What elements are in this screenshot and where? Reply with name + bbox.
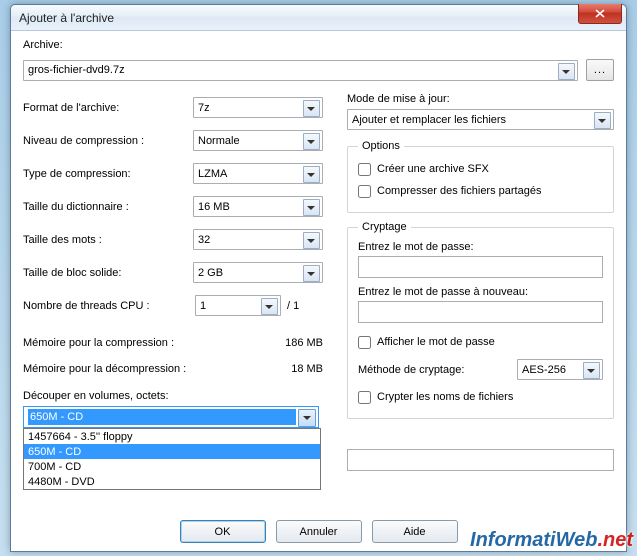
options-legend: Options bbox=[358, 140, 404, 152]
block-label: Taille de bloc solide: bbox=[23, 267, 193, 279]
dict-label: Taille du dictionnaire : bbox=[23, 201, 193, 213]
options-group: Options Créer une archive SFX Compresser… bbox=[347, 140, 614, 213]
password-label: Entrez le mot de passe: bbox=[358, 241, 603, 253]
password-input[interactable] bbox=[358, 256, 603, 278]
method-select[interactable]: LZMA bbox=[193, 163, 323, 184]
parameters-input[interactable] bbox=[347, 449, 614, 471]
encryption-legend: Cryptage bbox=[358, 221, 411, 233]
password2-label: Entrez le mot de passe à nouveau: bbox=[358, 286, 603, 298]
archive-label: Archive: bbox=[23, 39, 63, 51]
mem-decomp-value: 18 MB bbox=[291, 363, 323, 375]
dict-select[interactable]: 16 MB bbox=[193, 196, 323, 217]
enc-method-select[interactable]: AES-256 bbox=[517, 359, 603, 380]
client-area: Archive: gros-fichier-dvd9.7z ... Format… bbox=[11, 31, 626, 551]
method-label: Type de compression: bbox=[23, 168, 193, 180]
right-column: Mode de mise à jour: Ajouter et remplace… bbox=[347, 91, 614, 510]
split-label: Découper en volumes, octets: bbox=[23, 390, 323, 402]
block-select[interactable]: 2 GB bbox=[193, 262, 323, 283]
browse-button[interactable]: ... bbox=[586, 59, 614, 81]
encryption-group: Cryptage Entrez le mot de passe: Entrez … bbox=[347, 221, 614, 419]
mem-decomp-label: Mémoire pour la décompression : bbox=[23, 363, 186, 375]
format-select[interactable]: 7z bbox=[193, 97, 323, 118]
left-column: Format de l'archive: 7z Niveau de compre… bbox=[23, 91, 323, 510]
split-dropdown-list: 1457664 - 3.5'' floppy 650M - CD 700M - … bbox=[23, 428, 321, 490]
threads-max: / 1 bbox=[281, 300, 323, 312]
update-mode-label: Mode de mise à jour: bbox=[347, 93, 614, 105]
update-mode-select[interactable]: Ajouter et remplacer les fichiers bbox=[347, 109, 614, 130]
split-option[interactable]: 650M - CD bbox=[24, 444, 320, 459]
word-label: Taille des mots : bbox=[23, 234, 193, 246]
split-option[interactable]: 1457664 - 3.5'' floppy bbox=[24, 429, 320, 444]
titlebar[interactable]: Ajouter à l'archive bbox=[11, 5, 626, 31]
word-select[interactable]: 32 bbox=[193, 229, 323, 250]
dialog-window: Ajouter à l'archive Archive: gros-fichie… bbox=[10, 4, 627, 552]
password2-input[interactable] bbox=[358, 301, 603, 323]
show-password-checkbox[interactable] bbox=[358, 336, 371, 349]
show-password-label: Afficher le mot de passe bbox=[377, 336, 495, 348]
threads-select[interactable]: 1 bbox=[195, 295, 281, 316]
encrypt-names-checkbox[interactable] bbox=[358, 391, 371, 404]
window-title: Ajouter à l'archive bbox=[19, 11, 114, 25]
level-label: Niveau de compression : bbox=[23, 135, 193, 147]
level-select[interactable]: Normale bbox=[193, 130, 323, 151]
ok-button[interactable]: OK bbox=[180, 520, 266, 543]
threads-label: Nombre de threads CPU : bbox=[23, 300, 195, 312]
cancel-button[interactable]: Annuler bbox=[276, 520, 362, 543]
watermark: InformatiWeb.net bbox=[470, 529, 633, 552]
mem-comp-value: 186 MB bbox=[285, 337, 323, 349]
enc-method-label: Méthode de cryptage: bbox=[358, 364, 509, 376]
split-option[interactable]: 700M - CD bbox=[24, 459, 320, 474]
help-button[interactable]: Aide bbox=[372, 520, 458, 543]
format-label: Format de l'archive: bbox=[23, 102, 193, 114]
shared-checkbox[interactable] bbox=[358, 185, 371, 198]
sfx-label: Créer une archive SFX bbox=[377, 163, 489, 175]
archive-path-select[interactable]: gros-fichier-dvd9.7z bbox=[23, 60, 578, 81]
sfx-checkbox[interactable] bbox=[358, 163, 371, 176]
close-button[interactable] bbox=[578, 4, 622, 24]
split-selected: 650M - CD bbox=[28, 409, 296, 425]
split-volumes-combo[interactable]: 650M - CD 1457664 - 3.5'' floppy 650M - … bbox=[23, 406, 319, 428]
shared-label: Compresser des fichiers partagés bbox=[377, 185, 541, 197]
mem-comp-label: Mémoire pour la compression : bbox=[23, 337, 174, 349]
split-option[interactable]: 4480M - DVD bbox=[24, 474, 320, 489]
encrypt-names-label: Crypter les noms de fichiers bbox=[377, 391, 513, 403]
